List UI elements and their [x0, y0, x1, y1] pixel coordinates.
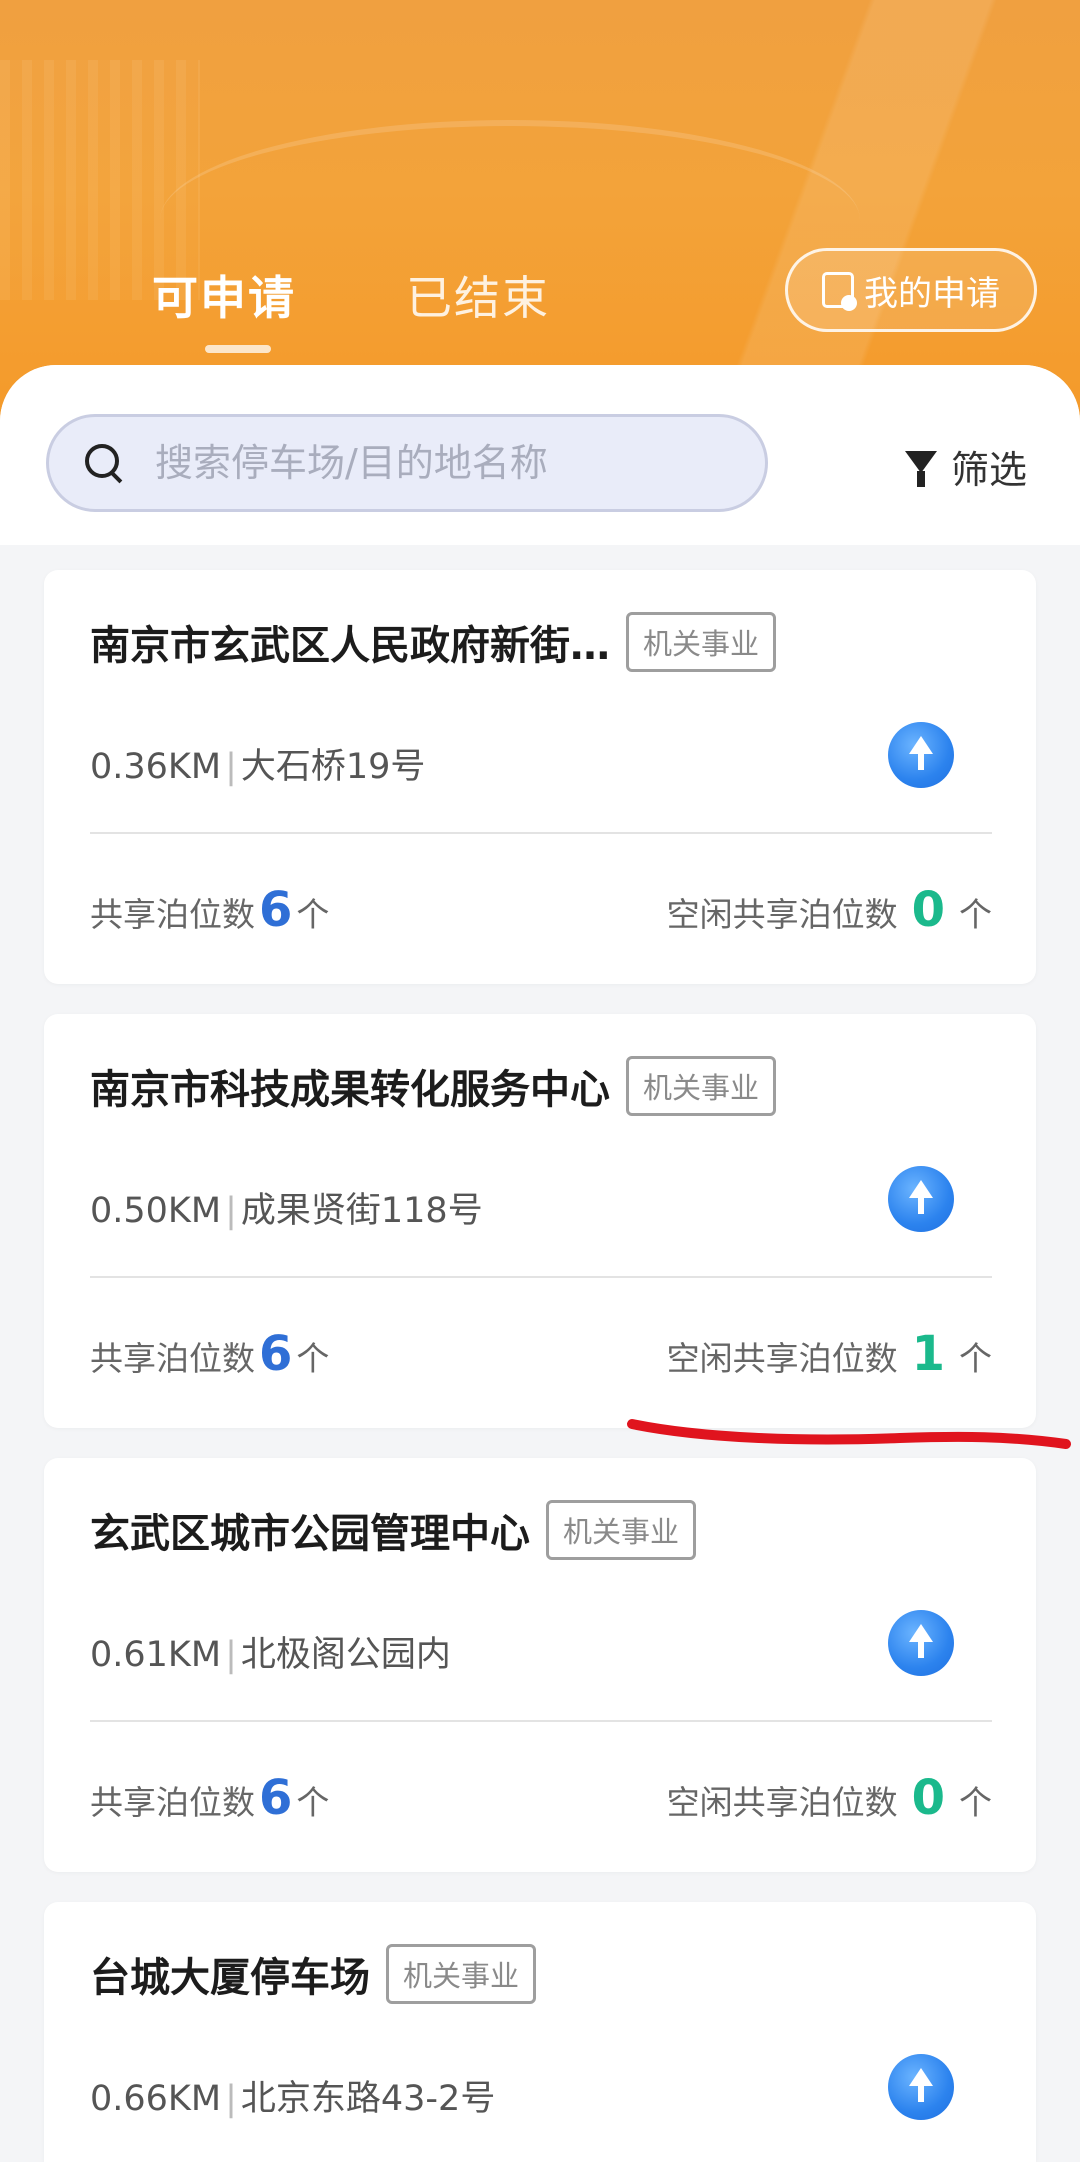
separator: | — [225, 747, 237, 787]
distance: 0.66KM — [90, 2079, 222, 2119]
tab-available[interactable]: 可申请 — [152, 262, 296, 328]
distance: 0.36KM — [90, 747, 222, 787]
parking-name: 南京市科技成果转化服务中心 — [90, 1067, 610, 1113]
tab-ended[interactable]: 已结束 — [406, 262, 550, 328]
free-spaces-label: 空闲共享泊位数 — [666, 895, 898, 934]
shared-spaces-stat: 共享泊位数 6 个 — [90, 882, 329, 938]
free-spaces-count: 0 — [911, 1770, 945, 1826]
shared-spaces-count: 6 — [259, 1770, 293, 1826]
address-text: 大石桥19号 — [240, 747, 426, 787]
application-document-icon — [822, 272, 857, 311]
parking-address: 0.50KM | 成果贤街118号 — [90, 1182, 483, 1233]
free-spaces-count: 0 — [911, 882, 945, 938]
parking-card[interactable]: 南京市玄武区人民政府新街… 机关事业 0.36KM | 大石桥19号 共享泊位数 6… — [44, 570, 1036, 984]
unit-label: 个 — [296, 1783, 330, 1822]
shared-spaces-label: 共享泊位数 — [90, 1339, 255, 1378]
free-spaces-stat: 空闲共享泊位数 1 个 — [667, 1326, 992, 1382]
my-applications-button[interactable]: 我的申请 — [785, 248, 1037, 332]
separator: | — [225, 1635, 237, 1675]
navigate-icon[interactable] — [888, 1610, 954, 1676]
category-tag: 机关事业 — [626, 1056, 777, 1116]
my-applications-label: 我的申请 — [864, 273, 1000, 314]
funnel-icon — [905, 451, 937, 487]
category-tag: 机关事业 — [386, 1944, 537, 2004]
shared-spaces-count: 6 — [259, 1326, 293, 1382]
unit-label: 个 — [296, 895, 330, 934]
distance: 0.61KM — [90, 1635, 222, 1675]
parking-card[interactable]: 台城大厦停车场 机关事业 0.66KM | 北京东路43-2号 — [44, 1902, 1036, 2162]
parking-address: 0.61KM | 北极阁公园内 — [90, 1626, 451, 1677]
shared-spaces-stat: 共享泊位数 6 个 — [90, 1770, 329, 1826]
separator: | — [225, 2079, 237, 2119]
separator: | — [225, 1191, 237, 1231]
unit-label: 个 — [959, 1339, 992, 1378]
parking-name: 玄武区城市公园管理中心 — [90, 1511, 530, 1557]
search-input[interactable] — [155, 441, 715, 485]
address-text: 北极阁公园内 — [240, 1635, 451, 1675]
parking-name: 台城大厦停车场 — [90, 1955, 370, 2001]
header-banner: 可申请 已结束 我的申请 — [0, 0, 1080, 420]
active-tab-indicator — [205, 345, 271, 353]
filter-label: 筛选 — [951, 447, 1028, 492]
shared-spaces-label: 共享泊位数 — [90, 1783, 255, 1822]
divider — [90, 832, 992, 834]
navigate-icon[interactable] — [888, 1166, 954, 1232]
shared-spaces-count: 6 — [259, 882, 293, 938]
parking-address: 0.66KM | 北京东路43-2号 — [90, 2070, 495, 2121]
header-background-stripe — [640, 0, 1060, 420]
filter-button[interactable]: 筛选 — [905, 436, 1027, 496]
shared-spaces-label: 共享泊位数 — [90, 895, 255, 934]
free-spaces-label: 空闲共享泊位数 — [666, 1339, 898, 1378]
free-spaces-count: 1 — [911, 1326, 945, 1382]
distance: 0.50KM — [90, 1191, 222, 1231]
search-icon — [85, 444, 123, 482]
navigate-icon[interactable] — [888, 722, 954, 788]
free-spaces-stat: 空闲共享泊位数 0 个 — [667, 1770, 992, 1826]
unit-label: 个 — [296, 1339, 330, 1378]
search-box[interactable] — [46, 414, 768, 512]
unit-label: 个 — [959, 1783, 992, 1822]
unit-label: 个 — [959, 895, 992, 934]
address-text: 北京东路43-2号 — [240, 2079, 496, 2119]
parking-address: 0.36KM | 大石桥19号 — [90, 738, 425, 789]
free-spaces-stat: 空闲共享泊位数 0 个 — [667, 882, 992, 938]
divider — [90, 1720, 992, 1722]
shared-spaces-stat: 共享泊位数 6 个 — [90, 1326, 329, 1382]
free-spaces-label: 空闲共享泊位数 — [666, 1783, 898, 1822]
address-text: 成果贤街118号 — [240, 1191, 483, 1231]
parking-card[interactable]: 玄武区城市公园管理中心 机关事业 0.61KM | 北极阁公园内 共享泊位数 6 个… — [44, 1458, 1036, 1872]
parking-name: 南京市玄武区人民政府新街… — [90, 623, 610, 669]
category-tag: 机关事业 — [626, 612, 777, 672]
navigate-icon[interactable] — [888, 2054, 954, 2120]
parking-card[interactable]: 南京市科技成果转化服务中心 机关事业 0.50KM | 成果贤街118号 共享泊位数… — [44, 1014, 1036, 1428]
divider — [90, 1276, 992, 1278]
category-tag: 机关事业 — [546, 1500, 697, 1560]
